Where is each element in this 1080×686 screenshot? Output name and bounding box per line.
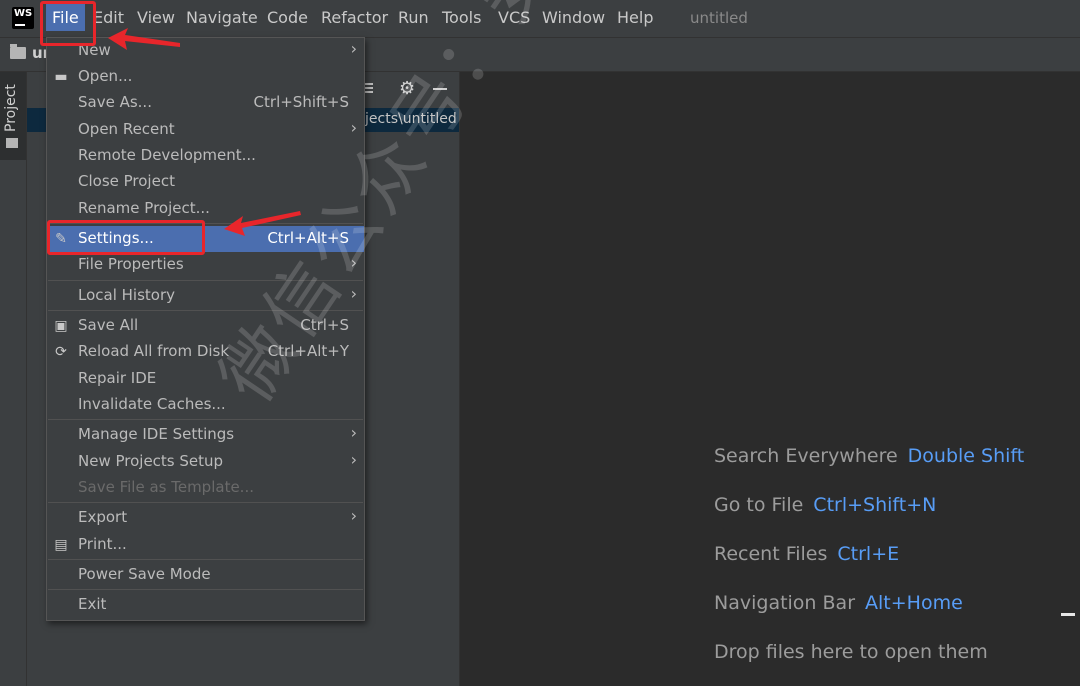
annotation-arrow-icon [224,211,301,236]
annotation-arrow-icon [108,28,180,50]
annotation-arrows [108,28,301,236]
